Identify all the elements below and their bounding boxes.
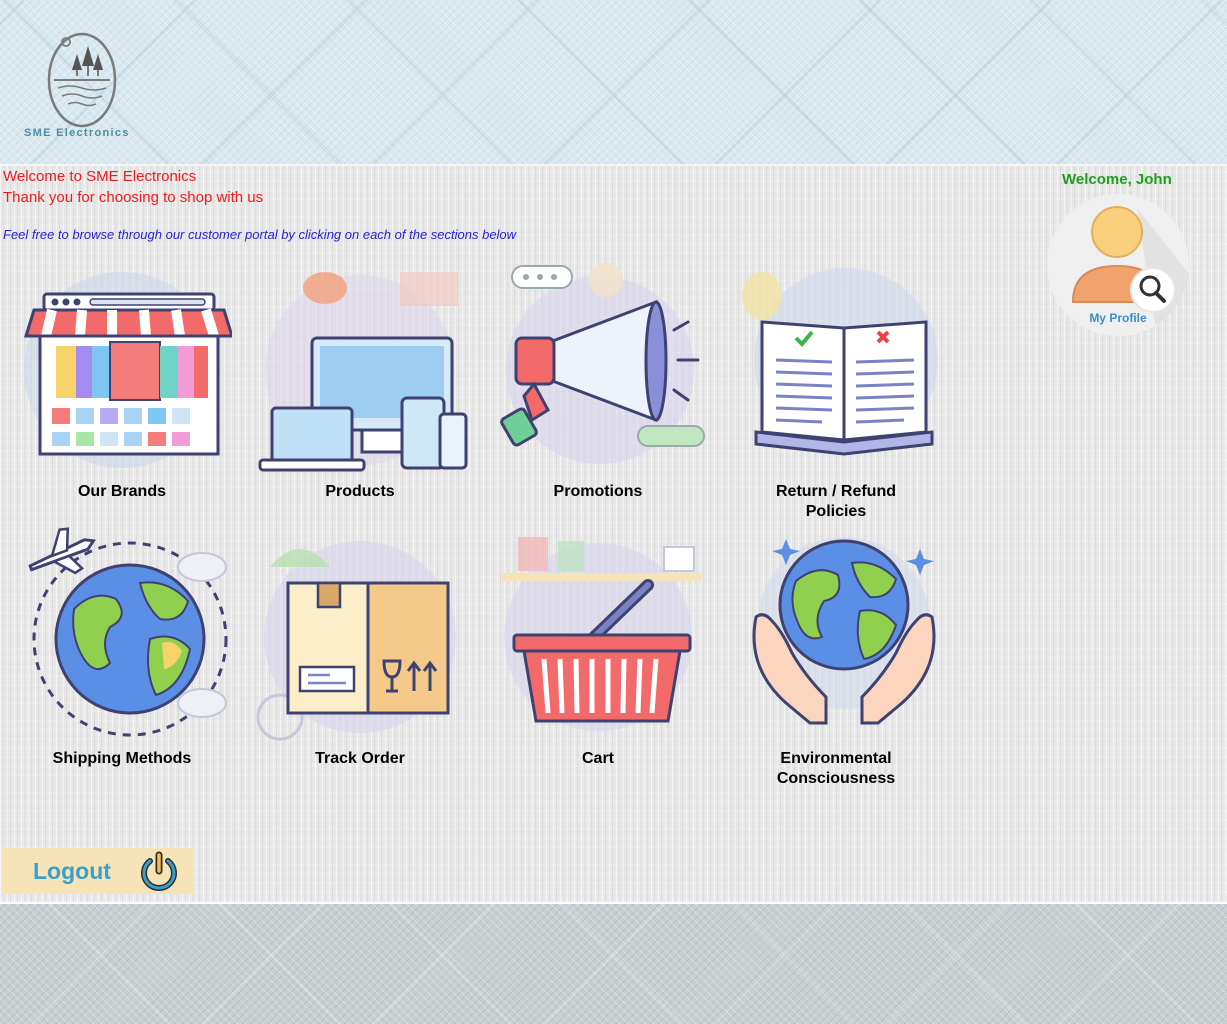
tile-label: Promotions: [553, 483, 643, 500]
main-content: Welcome to SME Electronics Thank you for…: [0, 166, 1227, 902]
welcome-message: Welcome to SME Electronics: [3, 168, 197, 185]
tile-track-order[interactable]: Track Order: [241, 527, 479, 769]
policy-book-icon: [742, 268, 938, 456]
tile-label: Our Brands: [77, 483, 166, 500]
user-greeting: Welcome, John: [1062, 171, 1172, 188]
tile-label: Shipping Methods: [52, 750, 192, 767]
tile-label: Return / Refund Policies: [776, 483, 896, 520]
devices-icon: [258, 272, 468, 472]
brand-name: SME Electronics: [24, 127, 130, 139]
power-icon: [141, 851, 177, 891]
tile-label: Cart: [581, 750, 614, 767]
storefront-icon: [23, 272, 232, 468]
tile-products[interactable]: Products: [241, 260, 479, 502]
logout-label: Logout: [33, 858, 111, 884]
tile-environmental-consciousness[interactable]: Environmental Consciousness: [717, 527, 955, 789]
page-header: SME Electronics: [0, 0, 1227, 166]
tile-label: Environmental Consciousness: [776, 750, 896, 787]
package-box-icon: [256, 541, 456, 741]
browse-instructions: Feel free to browse through our customer…: [3, 227, 517, 242]
hands-globe-icon: [752, 537, 936, 725]
megaphone-icon: [500, 263, 705, 464]
logout-button[interactable]: Logout: [2, 848, 193, 894]
tile-our-brands[interactable]: Our Brands: [3, 260, 241, 502]
tile-label: Products: [325, 483, 395, 500]
page-footer: [0, 904, 1227, 1024]
tile-return-refund-policies[interactable]: Return / Refund Policies: [717, 260, 955, 522]
my-profile-button[interactable]: My Profile: [1047, 194, 1189, 336]
tile-shipping-methods[interactable]: Shipping Methods: [3, 527, 241, 769]
tile-promotions[interactable]: Promotions: [479, 260, 717, 502]
shopping-basket-icon: [502, 537, 702, 731]
my-profile-label: My Profile: [1089, 311, 1147, 325]
tile-cart[interactable]: Cart: [479, 527, 717, 769]
tile-label: Track Order: [315, 750, 405, 767]
globe-airplane-icon: [28, 527, 228, 737]
thank-you-message: Thank you for choosing to shop with us: [3, 189, 264, 206]
